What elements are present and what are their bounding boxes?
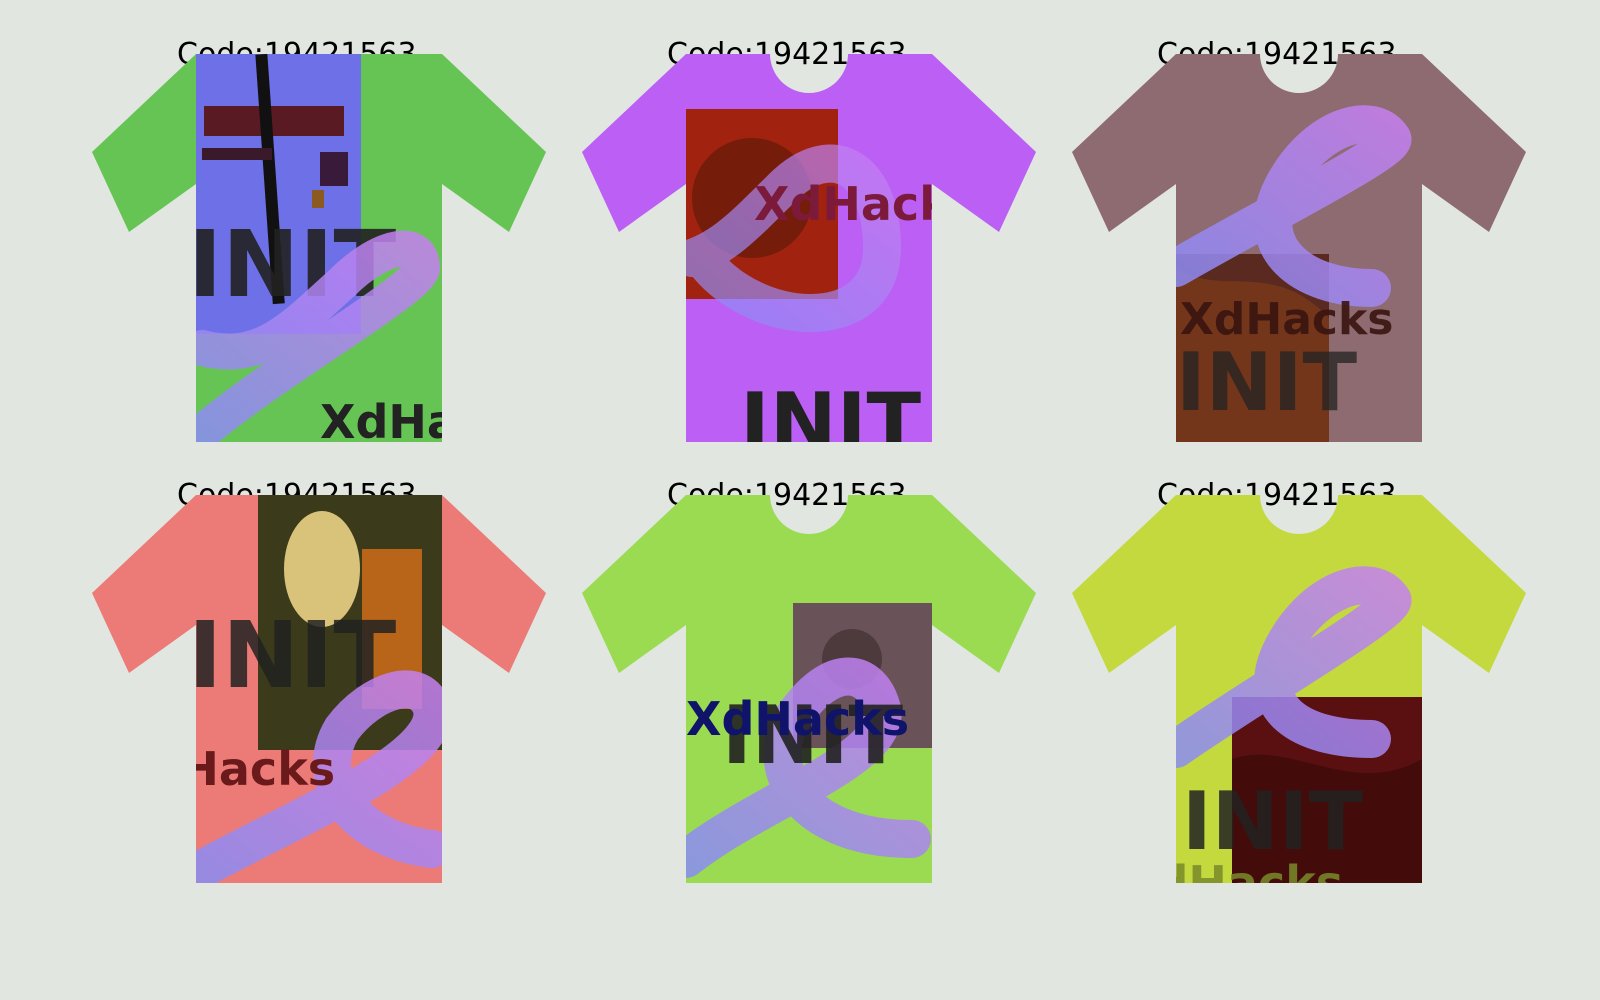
shirt-text-xdhacks: XdHacks (320, 395, 543, 449)
shirt-text-xdhacks: XdHacks (686, 692, 909, 746)
shirt-text-xdhacks: XdHacks (112, 742, 335, 796)
shirt-text-init: INIT (740, 376, 921, 469)
tshirt-image: INIT XdHacks (582, 495, 1036, 883)
tshirt-card[interactable]: Code:19421563 INIT XdHacks (582, 459, 1042, 909)
tshirt-card[interactable]: Code:19421563 INIT XdHacks (92, 18, 552, 468)
tshirt-card[interactable]: Code:19421563 XdHacks INIT (582, 18, 1042, 468)
tshirt-card[interactable]: Code:19421563 INIT XdHacks (1072, 459, 1532, 909)
shirt-text-init: INIT (1176, 336, 1357, 429)
art-block (204, 106, 344, 136)
tshirt-image: XdHacks INIT (582, 54, 1036, 469)
tshirt-card[interactable]: Code:19421563 XdHacks INIT (1072, 18, 1532, 468)
tshirt-image: XdHacks INIT (1072, 54, 1526, 442)
shirt-text-init: INIT (1182, 775, 1363, 868)
tshirt-image: INIT XdHacks (92, 495, 546, 883)
art-block (202, 148, 272, 160)
tshirt-image: INIT XdHacks (92, 54, 546, 449)
tshirt-gallery: Code:19421563 INIT XdHacks Code:19421563 (0, 0, 1600, 1000)
tshirt-card[interactable]: Code:19421563 INIT XdHacks (92, 459, 552, 909)
tshirt-image: INIT XdHacks (1072, 495, 1526, 910)
art-block (312, 190, 324, 208)
art-block (320, 152, 348, 186)
shirt-text-xdhacks: XdHacks (1120, 856, 1343, 910)
